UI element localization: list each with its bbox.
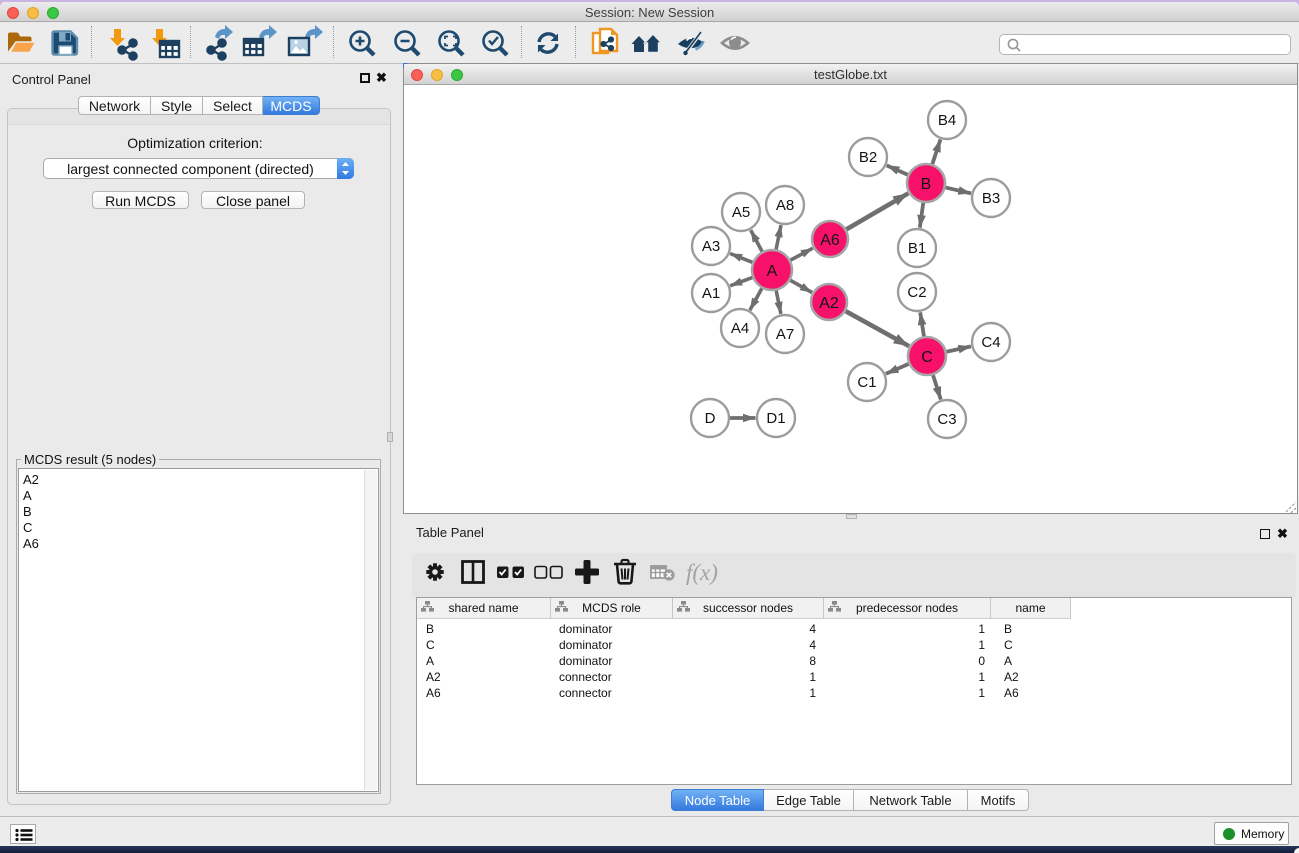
svg-text:A8: A8 (776, 197, 794, 214)
svg-text:A2: A2 (819, 295, 839, 312)
svg-text:B: B (921, 176, 932, 193)
svg-text:A5: A5 (732, 204, 750, 221)
svg-text:A4: A4 (731, 320, 749, 337)
svg-text:C3: C3 (937, 411, 956, 428)
svg-text:C1: C1 (857, 374, 876, 391)
svg-text:C4: C4 (981, 334, 1000, 351)
svg-text:A: A (767, 263, 778, 280)
svg-text:B4: B4 (938, 112, 956, 129)
svg-text:D: D (705, 410, 716, 427)
svg-text:B2: B2 (859, 149, 877, 166)
svg-text:C2: C2 (907, 284, 926, 301)
svg-text:A6: A6 (820, 232, 840, 249)
svg-text:f(x): f(x) (686, 560, 718, 585)
svg-text:C: C (921, 349, 933, 366)
svg-text:B1: B1 (908, 240, 926, 257)
svg-text:D1: D1 (766, 410, 785, 427)
svg-text:B3: B3 (982, 190, 1000, 207)
svg-text:A3: A3 (702, 238, 720, 255)
svg-text:A7: A7 (776, 326, 794, 343)
svg-text:A1: A1 (702, 285, 720, 302)
